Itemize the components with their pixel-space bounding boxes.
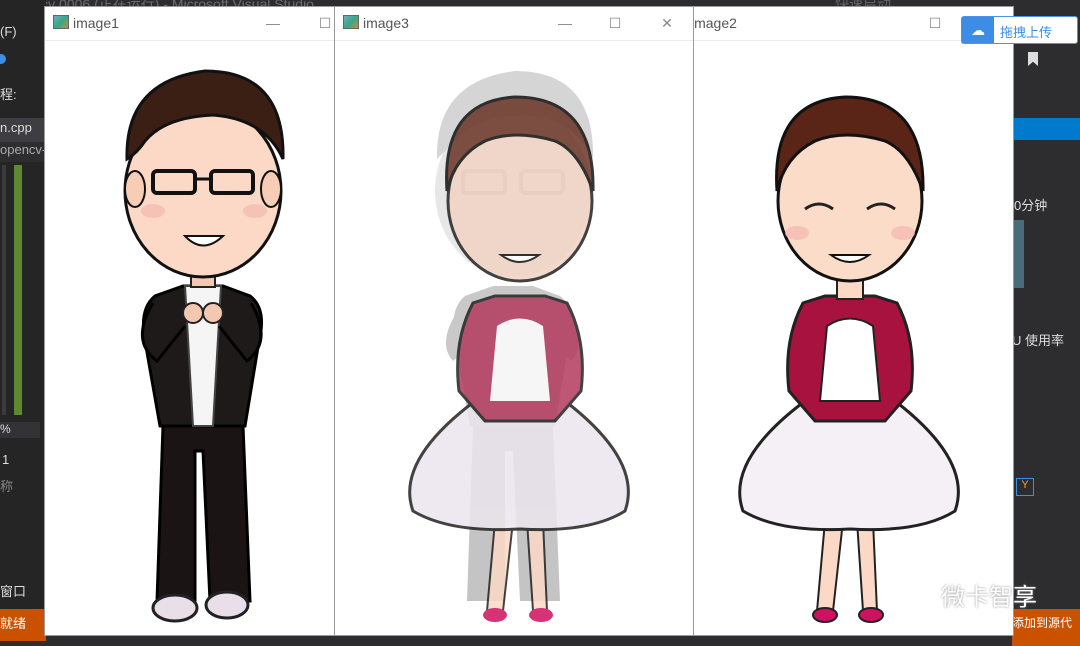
window-title: image1 [73, 15, 119, 31]
diagnostics-header [1012, 118, 1080, 140]
editor-margin [2, 165, 6, 415]
cpu-usage-label: U 使用率 [1012, 333, 1065, 348]
process-label: 程: [0, 87, 17, 102]
minimize-button[interactable]: — [259, 12, 287, 34]
titlebar[interactable]: image3 — ☐ ✕ [335, 7, 693, 41]
upload-label: 拖拽上传 [1000, 25, 1053, 40]
name-column: 称 [0, 479, 14, 494]
watermark-text: 微卡智享 [941, 584, 1037, 611]
vs-right-pane: 0分钟 U 使用率 Y 添加到源代 [1012, 40, 1080, 646]
titlebar[interactable]: image1 — ☐ [45, 7, 339, 41]
image-canvas [45, 41, 339, 635]
window-image2[interactable]: image2 ☐ [684, 6, 1014, 636]
drag-upload-button[interactable]: ☁ 拖拽上传 [961, 16, 1078, 44]
bookmark-icon[interactable] [1028, 52, 1038, 66]
maximize-button[interactable]: ☐ [601, 12, 629, 34]
image-canvas [335, 41, 693, 635]
add-to-source-control[interactable]: 添加到源代 [1012, 609, 1080, 646]
cartoon-woman-image [738, 95, 960, 623]
opencv-window-icon [343, 15, 359, 29]
change-tracking-bar [14, 165, 22, 415]
watermark: 微卡智享 [895, 577, 1037, 612]
window-image3[interactable]: image3 — ☐ ✕ [334, 6, 694, 636]
close-button[interactable]: ✕ [653, 12, 681, 34]
diagnostics-duration: 0分钟 [1014, 198, 1048, 213]
status-ready: 就绪 [0, 609, 46, 641]
cartoon-man-image [123, 69, 285, 623]
window-title: image2 [691, 15, 737, 31]
opencv-window-icon [53, 15, 69, 29]
wechat-logo-icon [895, 585, 933, 612]
baidu-cloud-icon: ☁ [962, 17, 994, 43]
minimize-button[interactable]: — [551, 12, 579, 34]
memory-graph [1014, 220, 1024, 288]
filter-icon[interactable]: Y [1016, 478, 1034, 496]
vs-left-pane: (F) 程: n.cpp opencv- % 1 称 窗口 就绪 [0, 0, 46, 641]
tab-file-opencv[interactable]: opencv- [0, 142, 46, 162]
window-title: image3 [363, 15, 409, 31]
window-image1[interactable]: image1 — ☐ [44, 6, 340, 636]
back-icon[interactable] [0, 54, 6, 64]
output-line: 1 [2, 452, 10, 467]
zoom-select[interactable]: % [0, 422, 40, 438]
blended-image [408, 71, 630, 622]
file-menu[interactable]: (F) [0, 24, 17, 39]
tab-file-cpp[interactable]: n.cpp [0, 118, 46, 142]
maximize-button[interactable]: ☐ [921, 12, 949, 34]
window-label: 窗口 [0, 584, 27, 599]
image-canvas [685, 41, 1013, 635]
